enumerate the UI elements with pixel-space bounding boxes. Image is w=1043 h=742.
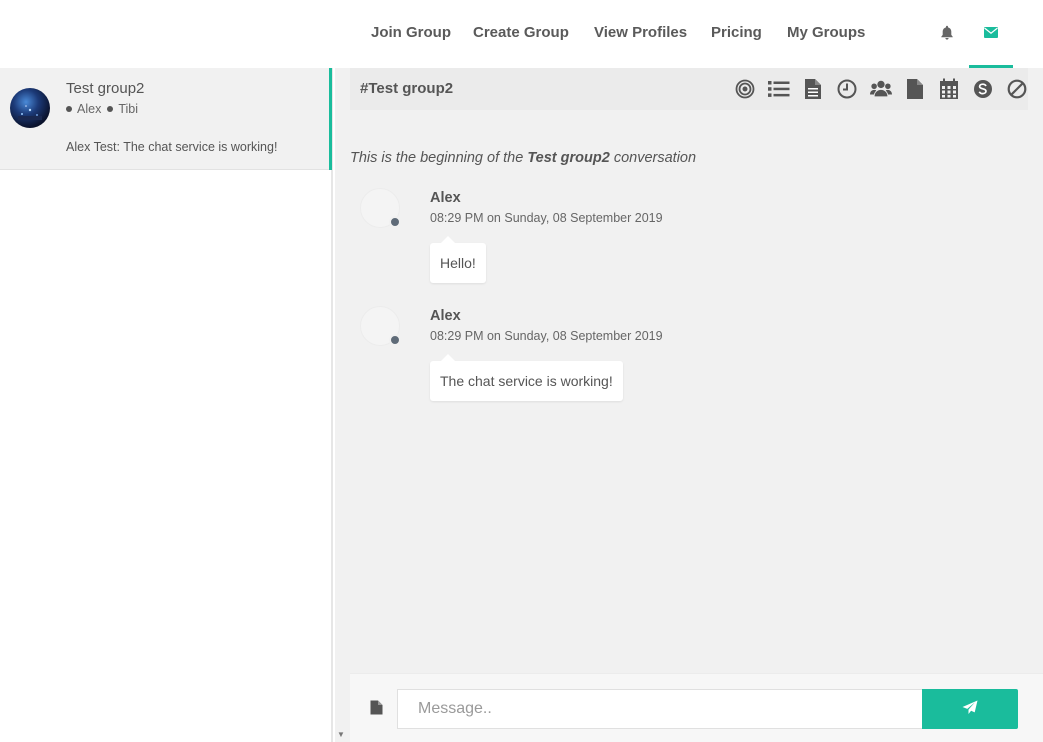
document-icon[interactable]: [802, 78, 824, 100]
selected-group-indicator: [329, 68, 332, 170]
paper-plane-icon: [962, 700, 978, 718]
message-author: Alex: [430, 190, 461, 206]
nav-join-group[interactable]: Join Group: [371, 24, 451, 41]
envelope-icon[interactable]: [981, 22, 1001, 42]
intro-prefix: This is the beginning of the: [350, 150, 528, 166]
intro-suffix: conversation: [609, 150, 697, 166]
message-composer: [350, 673, 1043, 742]
bell-icon[interactable]: [937, 22, 957, 42]
chat-header-toolbar: [734, 78, 1028, 100]
send-button[interactable]: [922, 689, 1018, 729]
group-list-sidebar: Test group2 Alex Tibi Alex Test: The cha…: [0, 68, 333, 742]
group-last-message: Alex Test: The chat service is working!: [66, 140, 278, 154]
clock-icon[interactable]: [836, 78, 858, 100]
nav-create-group[interactable]: Create Group: [473, 24, 569, 41]
message-timestamp: 08:29 PM on Sunday, 08 September 2019: [430, 329, 663, 343]
list-icon[interactable]: [768, 78, 790, 100]
chat-panel: #Test group2 This is the beginning of th…: [335, 68, 1043, 742]
member-status-dot: [66, 106, 72, 112]
nav-view-profiles[interactable]: View Profiles: [594, 24, 687, 41]
block-icon[interactable]: [1006, 78, 1028, 100]
attach-file-icon[interactable]: [370, 700, 383, 720]
file-icon[interactable]: [904, 78, 926, 100]
member-name: Tibi: [118, 102, 139, 116]
user-status-dot: [389, 216, 401, 228]
message-input[interactable]: [397, 689, 923, 729]
member-name: Alex: [77, 102, 102, 116]
users-icon[interactable]: [870, 78, 892, 100]
group-avatar: [10, 88, 50, 128]
skype-icon[interactable]: [972, 78, 994, 100]
message-timestamp: 08:29 PM on Sunday, 08 September 2019: [430, 211, 663, 225]
message-bubble: The chat service is working!: [430, 354, 623, 401]
group-name: Test group2: [66, 80, 145, 97]
message-bubble: Hello!: [430, 236, 486, 283]
target-icon[interactable]: [734, 78, 756, 100]
nav-pricing[interactable]: Pricing: [711, 24, 762, 41]
calendar-icon[interactable]: [938, 78, 960, 100]
conversation-intro: This is the beginning of the Test group2…: [350, 150, 696, 166]
message-author: Alex: [430, 308, 461, 324]
chat-scrollbar[interactable]: [1028, 68, 1043, 742]
scroll-down-arrow-icon[interactable]: ▼: [337, 730, 345, 739]
group-list-item[interactable]: Test group2 Alex Tibi Alex Test: The cha…: [0, 68, 331, 170]
user-status-dot: [389, 334, 401, 346]
nav-my-groups[interactable]: My Groups: [787, 24, 865, 41]
member-status-dot: [107, 106, 114, 112]
group-members: Alex Tibi: [66, 102, 141, 116]
top-navbar: Join Group Create Group View Profiles Pr…: [0, 0, 1043, 68]
chat-title: #Test group2: [360, 80, 454, 97]
chat-header: #Test group2: [350, 68, 1028, 110]
intro-group-name: Test group2: [527, 150, 610, 166]
